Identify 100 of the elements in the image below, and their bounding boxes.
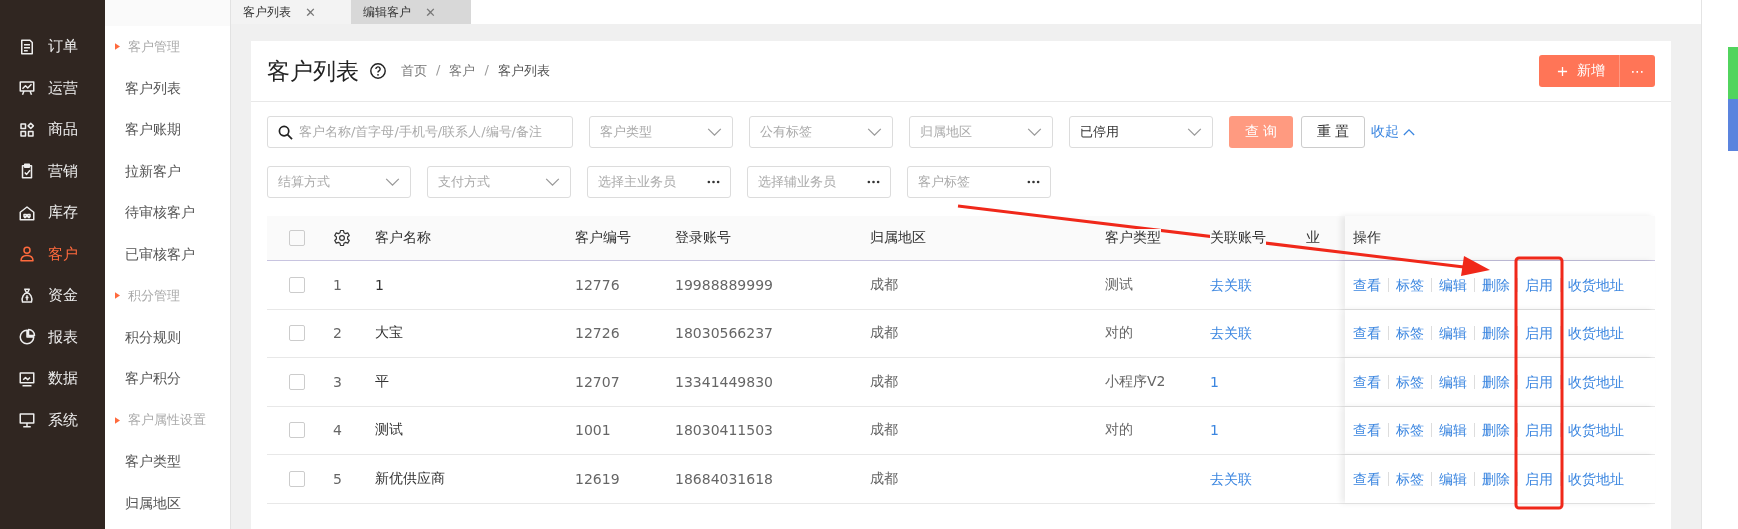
menu-group-label: 客户属性设置 <box>128 411 206 430</box>
search-field[interactable]: 客户名称/首字母/手机号/联系人/编号/备注 <box>267 116 573 148</box>
help-icon[interactable] <box>369 62 387 80</box>
submenu-item[interactable]: 客户积分 <box>105 358 230 400</box>
action-link[interactable]: 标签 <box>1396 277 1424 292</box>
submenu-item[interactable]: 拉新客户 <box>105 150 230 192</box>
checkbox[interactable] <box>289 470 305 487</box>
collapse-link[interactable]: 收起 <box>1371 123 1399 141</box>
action-link[interactable]: 删除 <box>1482 423 1510 438</box>
action-link[interactable]: 标签 <box>1396 326 1424 341</box>
nav-item[interactable]: 营销 <box>0 150 105 192</box>
action-link[interactable]: 启用 <box>1525 326 1553 341</box>
checkbox[interactable] <box>289 230 305 246</box>
link[interactable]: 去关联 <box>1210 325 1252 342</box>
reset-button[interactable]: 重 置 <box>1301 116 1365 148</box>
action-link[interactable]: 编辑 <box>1439 277 1467 292</box>
side-tab[interactable] <box>1728 99 1738 151</box>
link[interactable]: 1 <box>1210 422 1219 439</box>
select-field[interactable]: 支付方式 <box>427 166 571 198</box>
action-link[interactable]: 启用 <box>1525 277 1553 292</box>
action-link[interactable]: 查看 <box>1353 471 1381 486</box>
action-link[interactable]: 编辑 <box>1439 423 1467 438</box>
submenu-item[interactable]: 已审核客户 <box>105 233 230 275</box>
submenu-item[interactable]: 客户列表 <box>105 67 230 109</box>
more-button[interactable]: ⋯ <box>1619 55 1655 87</box>
table-cell: 1001 <box>575 422 611 439</box>
submenu-item[interactable]: 积分规则 <box>105 316 230 358</box>
action-link[interactable]: 标签 <box>1396 471 1424 486</box>
settings-icon[interactable] <box>333 229 351 247</box>
table-cell: 测试 <box>375 421 403 438</box>
link[interactable]: 去关联 <box>1210 276 1252 293</box>
breadcrumb-link[interactable]: 客户 <box>449 62 476 80</box>
chevron-down-icon <box>1027 127 1042 137</box>
page-tab[interactable]: 编辑客户 ✕ <box>351 0 471 24</box>
nav-item[interactable]: 运营 <box>0 67 105 109</box>
checkbox[interactable] <box>289 373 305 390</box>
add-button[interactable]: 新增 <box>1539 55 1619 87</box>
nav-item[interactable]: 客户 <box>0 233 105 275</box>
submenu-item[interactable]: 客户账期 <box>105 109 230 151</box>
action-link[interactable]: 收货地址 <box>1568 374 1624 389</box>
column-header: 操作 <box>1353 229 1381 247</box>
picker-field[interactable]: 选择辅业务员 <box>747 166 891 198</box>
nav-item[interactable]: 数据 <box>0 358 105 400</box>
chevron-down-icon <box>1187 127 1202 137</box>
action-link[interactable]: 删除 <box>1482 471 1510 486</box>
action-link[interactable]: 收货地址 <box>1568 423 1624 438</box>
action-link[interactable]: 编辑 <box>1439 374 1467 389</box>
action-link[interactable]: 删除 <box>1482 326 1510 341</box>
nav-item[interactable]: 资金 <box>0 275 105 317</box>
close-button[interactable]: ✕ <box>425 4 436 20</box>
nav-item-icon <box>18 120 36 139</box>
action-link[interactable]: 标签 <box>1396 423 1424 438</box>
checkbox[interactable] <box>289 276 305 293</box>
nav-item[interactable]: 报表 <box>0 316 105 358</box>
close-button[interactable]: ✕ <box>305 4 316 20</box>
table-cell: 成都 <box>870 469 898 486</box>
action-link[interactable]: 查看 <box>1353 326 1381 341</box>
action-link[interactable]: 启用 <box>1525 374 1553 389</box>
select-field[interactable]: 归属地区 <box>909 116 1053 148</box>
action-link[interactable]: 启用 <box>1525 471 1553 486</box>
action-link[interactable]: 查看 <box>1353 423 1381 438</box>
action-link[interactable]: 查看 <box>1353 374 1381 389</box>
picker-field[interactable]: 客户标签 <box>907 166 1051 198</box>
link[interactable]: 1 <box>1210 373 1219 390</box>
action-link[interactable]: 启用 <box>1525 423 1553 438</box>
page-tab[interactable]: 客户列表 ✕ <box>231 0 351 24</box>
action-link[interactable]: 删除 <box>1482 277 1510 292</box>
nav-item[interactable]: 库存 <box>0 192 105 234</box>
nav-item[interactable]: 商品 <box>0 109 105 151</box>
action-link[interactable]: 编辑 <box>1439 326 1467 341</box>
select-field[interactable]: 客户类型 <box>589 116 733 148</box>
link[interactable]: 去关联 <box>1210 470 1252 487</box>
action-link[interactable]: 删除 <box>1482 374 1510 389</box>
checkbox[interactable] <box>289 422 305 439</box>
action-link[interactable]: 标签 <box>1396 374 1424 389</box>
table-cell: 成都 <box>870 275 898 292</box>
chevron-up-icon[interactable] <box>1403 128 1415 136</box>
plus-icon <box>1557 65 1568 77</box>
select-field[interactable]: 结算方式 <box>267 166 411 198</box>
query-button[interactable]: 查 询 <box>1229 116 1293 148</box>
checkbox[interactable] <box>289 325 305 342</box>
row-number: 3 <box>333 373 342 390</box>
action-link[interactable]: 编辑 <box>1439 471 1467 486</box>
nav-item[interactable]: 订单 <box>0 26 105 68</box>
nav-item[interactable]: 系统 <box>0 399 105 441</box>
action-link[interactable]: 收货地址 <box>1568 277 1624 292</box>
nav-item-icon <box>18 203 36 222</box>
picker-field[interactable]: 选择主业务员 <box>587 166 731 198</box>
submenu-item[interactable]: 待审核客户 <box>105 192 230 234</box>
action-link[interactable]: 查看 <box>1353 277 1381 292</box>
action-link[interactable]: 收货地址 <box>1568 471 1624 486</box>
table-cell: 成都 <box>870 421 898 438</box>
breadcrumb-link[interactable]: 首页 <box>401 62 427 80</box>
submenu-item[interactable]: 客户类型 <box>105 441 230 483</box>
table-cell: 对的 <box>1105 421 1133 438</box>
select-field[interactable]: 已停用 <box>1069 116 1213 148</box>
side-tab[interactable] <box>1728 47 1738 99</box>
submenu-item[interactable]: 归属地区 <box>105 482 230 524</box>
action-link[interactable]: 收货地址 <box>1568 326 1624 341</box>
select-field[interactable]: 公有标签 <box>749 116 893 148</box>
